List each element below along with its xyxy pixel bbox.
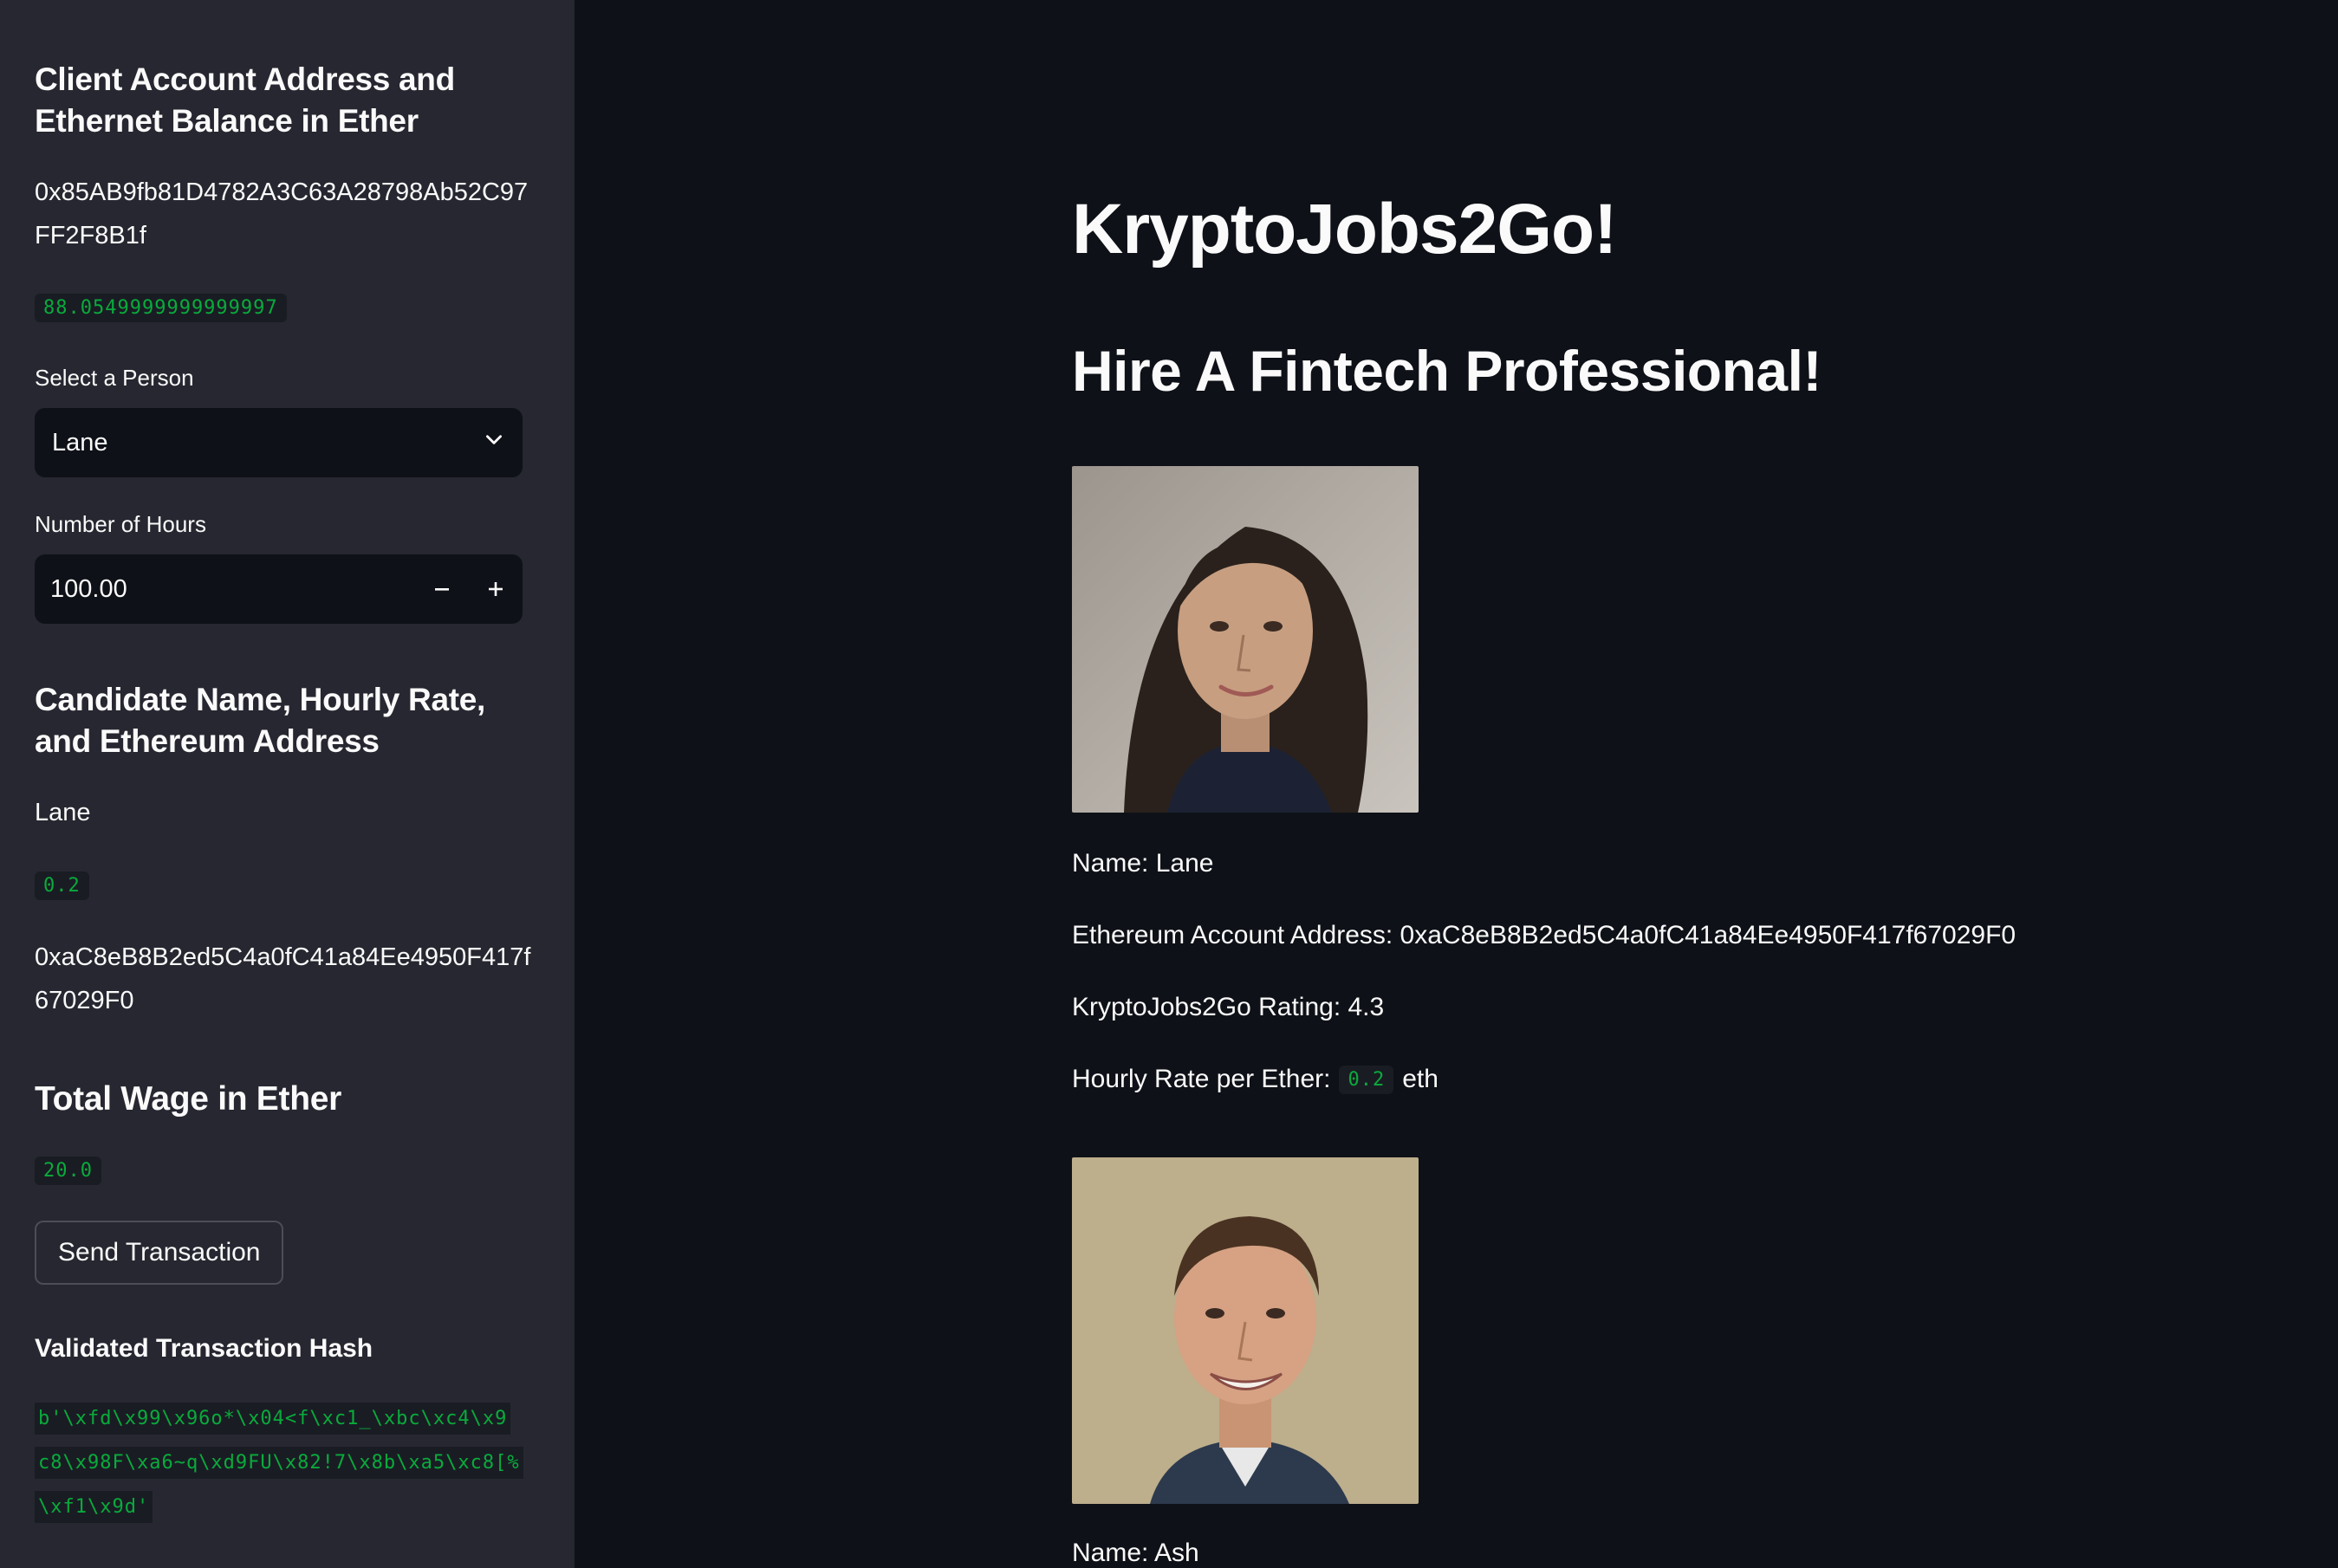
- candidate-heading: Candidate Name, Hourly Rate, and Ethereu…: [35, 682, 486, 759]
- chevron-down-icon: [483, 428, 505, 457]
- candidate-rate-code: 0.2: [35, 871, 89, 900]
- tx-hash-heading: Validated Transaction Hash: [35, 1334, 373, 1363]
- client-balance-value: 88.0549999999999997: [35, 294, 287, 322]
- candidate-address-lane: Ethereum Account Address: 0xaC8eB8B2ed5C…: [1072, 921, 2017, 949]
- rate-prefix: Hourly Rate per Ether:: [1072, 1065, 1331, 1093]
- candidate-address-line1: 0xaC8eB8B2ed5C4a0fC41a84Ee4950F417f: [35, 943, 531, 971]
- total-wage-value: 20.0: [35, 1157, 101, 1185]
- candidate-photo-lane: [1072, 466, 1419, 813]
- candidate-rating-lane: KryptoJobs2Go Rating: 4.3: [1072, 993, 1385, 1021]
- candidate-address-line2: 67029F0: [35, 987, 134, 1014]
- client-account-heading: Client Account Address and Ethernet Bala…: [35, 62, 455, 139]
- candidate-name-ash: Name: Ash: [1072, 1539, 1199, 1567]
- number-of-hours-stepper: [35, 554, 523, 624]
- send-transaction-button[interactable]: Send Transaction: [35, 1221, 284, 1285]
- select-person-value: Lane: [52, 428, 108, 457]
- client-balance-code: 88.0549999999999997: [35, 294, 287, 322]
- tx-hash-line1: b'\xfd\x99\x96o*\x04<f\xc1_\xbc\xc4\x9: [35, 1403, 511, 1435]
- rate-suffix: eth: [1402, 1065, 1439, 1093]
- rate-value: 0.2: [1339, 1065, 1394, 1094]
- candidate-name-lane: Name: Lane: [1072, 849, 1214, 878]
- page-subtitle: Hire A Fintech Professional!: [1072, 339, 1822, 403]
- tx-hash-line2: c8\x98F\xa6~q\xd9FU\x82!7\x8b\xa5\xc8[%: [35, 1447, 523, 1479]
- total-wage-code: 20.0: [35, 1157, 101, 1185]
- tx-hash-code: b'\xfd\x99\x96o*\x04<f\xc1_\xbc\xc4\x9 c…: [35, 1396, 537, 1529]
- plus-icon[interactable]: [469, 554, 523, 624]
- select-person-dropdown[interactable]: Lane: [35, 408, 523, 477]
- page-title: KryptoJobs2Go!: [1072, 190, 1617, 269]
- tx-hash-line3: \xf1\x9d': [35, 1491, 153, 1523]
- candidate-name: Lane: [35, 799, 91, 826]
- sidebar: Client Account Address and Ethernet Bala…: [0, 0, 575, 1568]
- candidate-rate-value: 0.2: [35, 871, 89, 900]
- minus-icon[interactable]: [415, 554, 469, 624]
- client-address-line1: 0x85AB9fb81D4782A3C63A28798Ab52C97: [35, 178, 529, 206]
- candidate-photo-ash: [1072, 1157, 1419, 1504]
- number-of-hours-input[interactable]: [35, 573, 415, 605]
- client-address-line2: FF2F8B1f: [35, 222, 146, 249]
- select-person-label: Select a Person: [35, 365, 194, 391]
- total-wage-heading: Total Wage in Ether: [35, 1080, 341, 1118]
- number-of-hours-label: Number of Hours: [35, 511, 206, 537]
- candidate-rate-row-lane: Hourly Rate per Ether: 0.2 eth: [1072, 1065, 1439, 1094]
